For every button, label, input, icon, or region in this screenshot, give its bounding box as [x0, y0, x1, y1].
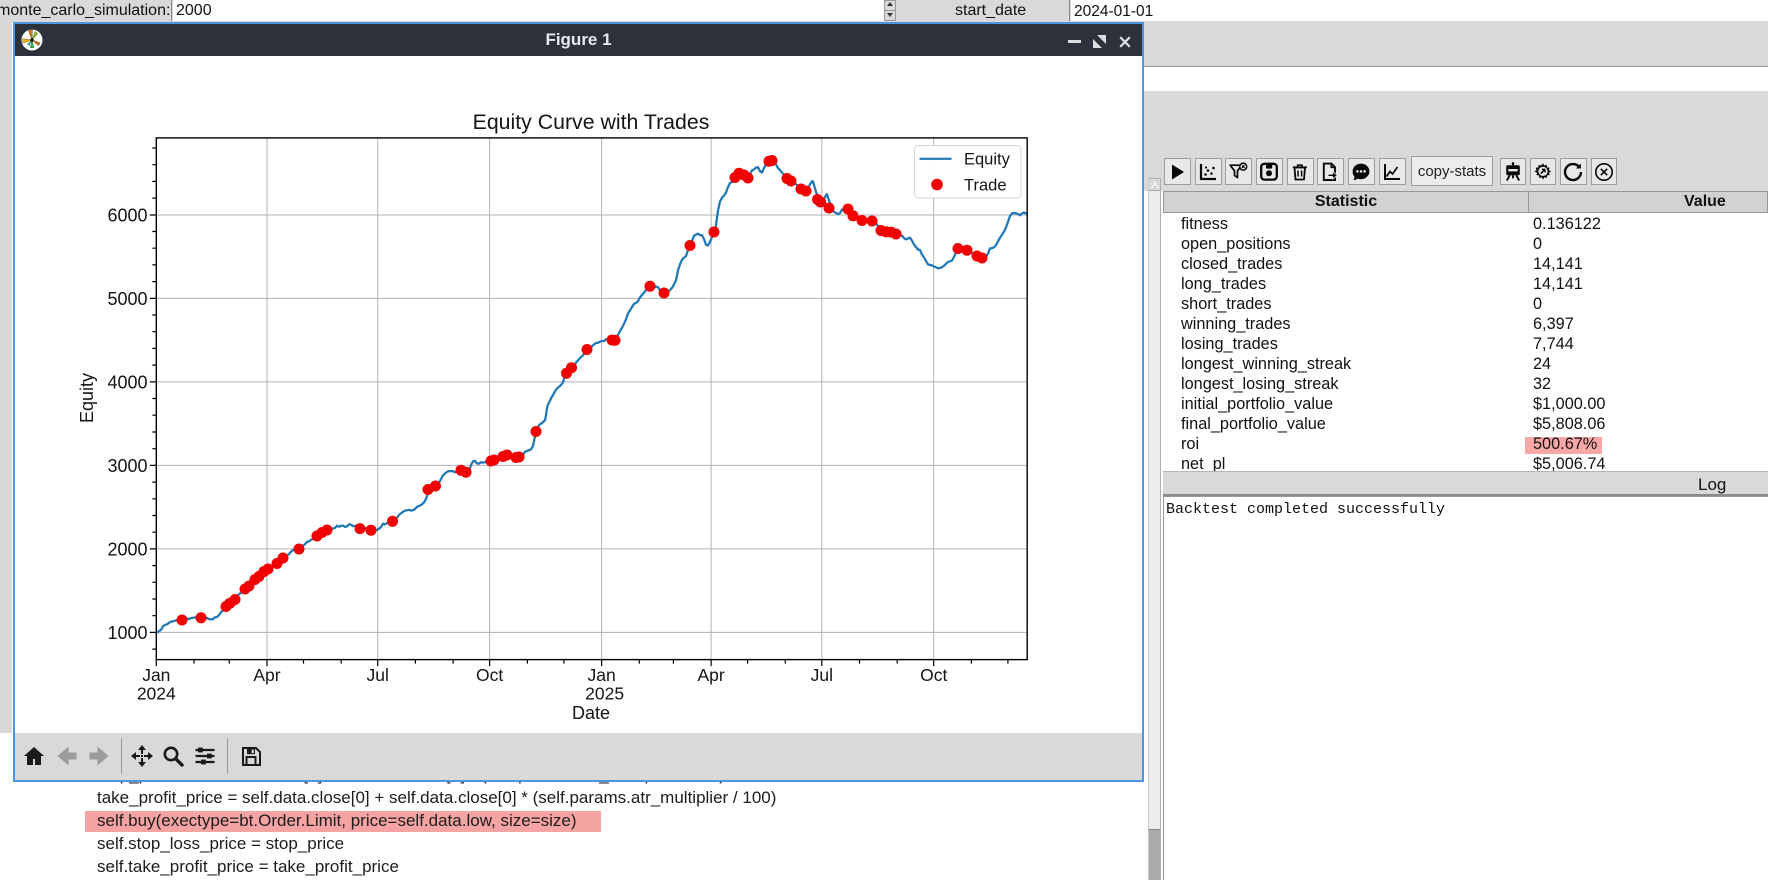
svg-text:2000: 2000: [107, 539, 147, 559]
svg-text:1000: 1000: [107, 623, 147, 643]
svg-text:Equity: Equity: [77, 373, 97, 423]
svg-text:Date: Date: [572, 703, 610, 723]
svg-text:2025: 2025: [585, 684, 624, 704]
svg-text:3000: 3000: [107, 456, 147, 476]
svg-text:Jan: Jan: [587, 665, 615, 685]
svg-text:6000: 6000: [107, 205, 147, 225]
svg-text:Oct: Oct: [476, 665, 503, 685]
svg-text:Jul: Jul: [367, 665, 389, 685]
svg-text:Jan: Jan: [142, 665, 170, 685]
svg-text:2024: 2024: [137, 684, 176, 704]
svg-text:Oct: Oct: [920, 665, 947, 685]
svg-text:4000: 4000: [107, 372, 147, 392]
svg-text:5000: 5000: [107, 289, 147, 309]
svg-text:Jul: Jul: [811, 665, 833, 685]
svg-text:Equity: Equity: [964, 151, 1011, 169]
svg-text:Trade: Trade: [964, 176, 1007, 194]
svg-text:Equity Curve with Trades: Equity Curve with Trades: [473, 110, 710, 134]
svg-text:Apr: Apr: [697, 665, 724, 685]
svg-text:Apr: Apr: [253, 665, 280, 685]
